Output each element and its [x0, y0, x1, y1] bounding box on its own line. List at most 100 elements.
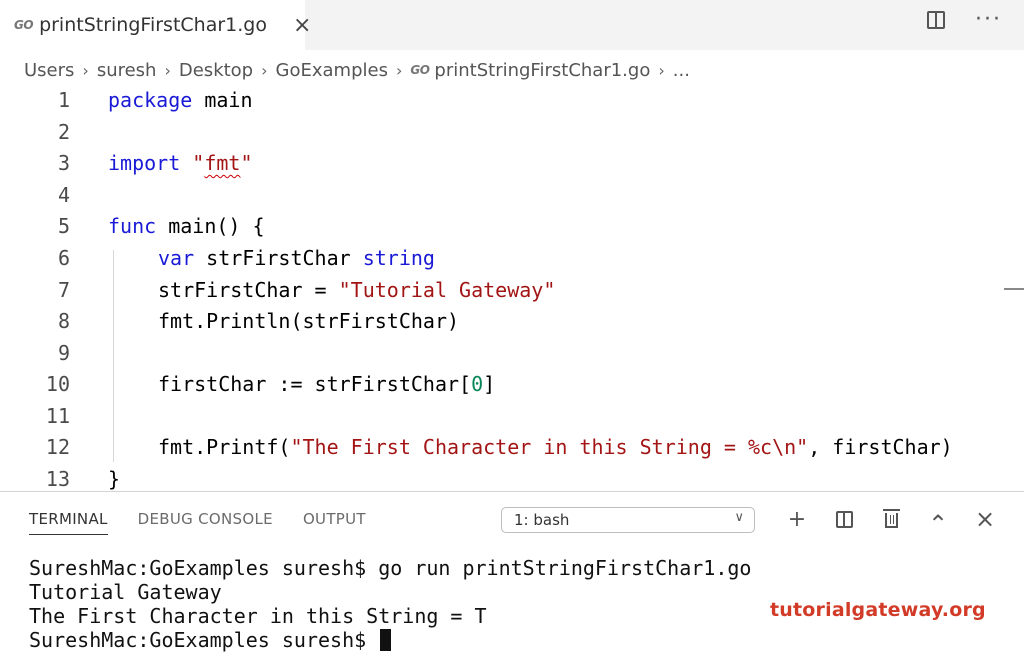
code-editor[interactable]: 1 package main 2 3 import "fmt" 4 5 func…: [0, 84, 1024, 491]
line-number: 6: [57, 246, 70, 270]
plus-icon: +: [787, 506, 807, 532]
line-number: 2: [57, 120, 70, 144]
terminal-select-value: 1: bash: [514, 511, 570, 529]
code-line: 8 fmt.Println(strFirstChar): [0, 305, 1024, 337]
go-file-icon: GO: [14, 18, 34, 32]
terminal-cursor: [380, 629, 392, 651]
code-token: ]: [483, 372, 496, 396]
chevron-right-icon: ›: [658, 60, 665, 80]
tab-title[interactable]: printStringFirstChar1.go: [39, 14, 267, 36]
number-literal: 0: [471, 372, 484, 396]
code-line: 6 var strFirstChar string: [0, 242, 1024, 274]
code-token: strFirstChar =: [158, 278, 339, 302]
new-terminal-button[interactable]: +: [782, 506, 812, 532]
terminal-prompt: SureshMac:GoExamples suresh$: [29, 628, 379, 652]
maximize-panel-button[interactable]: ⌃: [923, 506, 953, 538]
terminal-line: Tutorial Gateway: [29, 580, 222, 604]
line-number: 4: [57, 183, 70, 207]
bottom-panel: TERMINAL DEBUG CONSOLE OUTPUT 1: bash ∨ …: [0, 491, 1024, 659]
chevron-up-icon: ⌃: [927, 510, 949, 538]
breadcrumb-item-file[interactable]: printStringFirstChar1.go: [434, 60, 650, 81]
code-line: 1 package main: [0, 84, 1024, 116]
terminal-line: The First Character in this String = T: [29, 604, 487, 628]
more-actions-icon[interactable]: ···: [975, 9, 1002, 31]
tab-close-button[interactable]: ×: [293, 13, 311, 38]
editor-tab-bar: GO printStringFirstChar1.go × ···: [0, 0, 1024, 50]
breadcrumb-item-desktop[interactable]: Desktop: [179, 60, 253, 81]
watermark-logo: tutorialgateway.org: [770, 599, 986, 621]
code-line: 2: [0, 116, 1024, 148]
close-icon: ×: [974, 505, 996, 533]
string-literal: ": [240, 151, 253, 175]
code-text: firstChar := strFirstChar[0]: [158, 368, 495, 400]
code-text: strFirstChar = "Tutorial Gateway": [158, 274, 555, 306]
chevron-down-icon: ∨: [734, 510, 744, 525]
code-token: main: [192, 88, 253, 112]
keyword: var: [158, 246, 195, 270]
string-literal: ": [180, 151, 205, 175]
chevron-right-icon: ›: [164, 60, 171, 80]
go-file-icon: GO: [410, 63, 430, 77]
close-panel-button[interactable]: ×: [970, 505, 1000, 533]
breadcrumb-item-users[interactable]: Users: [24, 60, 74, 81]
code-text: fmt.Printf("The First Character in this …: [158, 431, 953, 463]
code-line: 12 fmt.Printf("The First Character in th…: [0, 431, 1024, 463]
import-package-name: fmt: [204, 151, 241, 175]
editor-actions: ···: [927, 9, 1002, 31]
line-number: 3: [57, 151, 70, 175]
terminal-output[interactable]: SureshMac:GoExamples suresh$ go run prin…: [29, 556, 751, 652]
keyword: func: [108, 214, 157, 238]
code-line: 4: [0, 179, 1024, 211]
code-line: 10 firstChar := strFirstChar[0]: [0, 368, 1024, 400]
code-token: fmt.Printf(: [158, 435, 291, 459]
code-line: 9: [0, 337, 1024, 369]
editor-tab[interactable]: GO printStringFirstChar1.go ×: [0, 0, 311, 50]
panel-tabs: TERMINAL DEBUG CONSOLE OUTPUT: [29, 510, 366, 535]
code-text: var strFirstChar string: [158, 242, 435, 274]
split-editor-icon[interactable]: [927, 11, 946, 29]
tab-terminal[interactable]: TERMINAL: [29, 510, 108, 535]
line-number: 5: [57, 214, 70, 238]
keyword: package: [108, 88, 193, 112]
code-line: 11: [0, 400, 1024, 432]
tab-output[interactable]: OUTPUT: [303, 510, 366, 535]
breadcrumb: Users › suresh › Desktop › GoExamples › …: [24, 58, 690, 82]
line-number: 1: [57, 88, 70, 112]
breadcrumb-item-goexamples[interactable]: GoExamples: [276, 60, 388, 81]
breadcrumb-item-suresh[interactable]: suresh: [97, 60, 157, 81]
code-text: func main() {: [108, 210, 265, 242]
chevron-right-icon: ›: [395, 60, 403, 80]
terminal-select[interactable]: 1: bash ∨: [501, 507, 755, 533]
code-text: import "fmt": [108, 147, 253, 179]
string-literal: "Tutorial Gateway": [338, 278, 556, 302]
line-number: 12: [45, 435, 70, 459]
split-terminal-button[interactable]: [829, 506, 859, 532]
kill-terminal-button[interactable]: [876, 506, 906, 532]
line-number: 11: [45, 404, 70, 428]
line-number: 9: [57, 341, 70, 365]
chevron-right-icon: ›: [261, 60, 268, 80]
code-token: firstChar := strFirstChar[: [158, 372, 472, 396]
breadcrumb-ellipsis[interactable]: ...: [673, 60, 690, 81]
code-line: 5 func main() {: [0, 210, 1024, 242]
code-token: strFirstChar: [194, 246, 363, 270]
code-text: package main: [108, 84, 253, 116]
keyword: import: [108, 151, 181, 175]
line-number: 8: [57, 309, 70, 333]
tab-debug-console[interactable]: DEBUG CONSOLE: [138, 510, 273, 535]
type-keyword: string: [362, 246, 435, 270]
code-token: main() {: [156, 214, 265, 238]
code-text: fmt.Println(strFirstChar): [158, 309, 460, 333]
code-line: 7 strFirstChar = "Tutorial Gateway": [0, 274, 1024, 306]
panel-actions: + ⌃ ×: [782, 505, 1017, 538]
string-literal: "The First Character in this String = %c…: [290, 435, 809, 459]
terminal-line: SureshMac:GoExamples suresh$ go run prin…: [29, 556, 752, 580]
code-line: 3 import "fmt": [0, 147, 1024, 179]
line-number: 10: [45, 372, 70, 396]
split-icon: [835, 510, 853, 528]
chevron-right-icon: ›: [82, 60, 89, 80]
trash-icon: [882, 509, 900, 528]
code-token: , firstChar): [808, 435, 953, 459]
terminal-prompt-line: SureshMac:GoExamples suresh$: [29, 628, 751, 652]
line-number: 7: [57, 278, 70, 302]
